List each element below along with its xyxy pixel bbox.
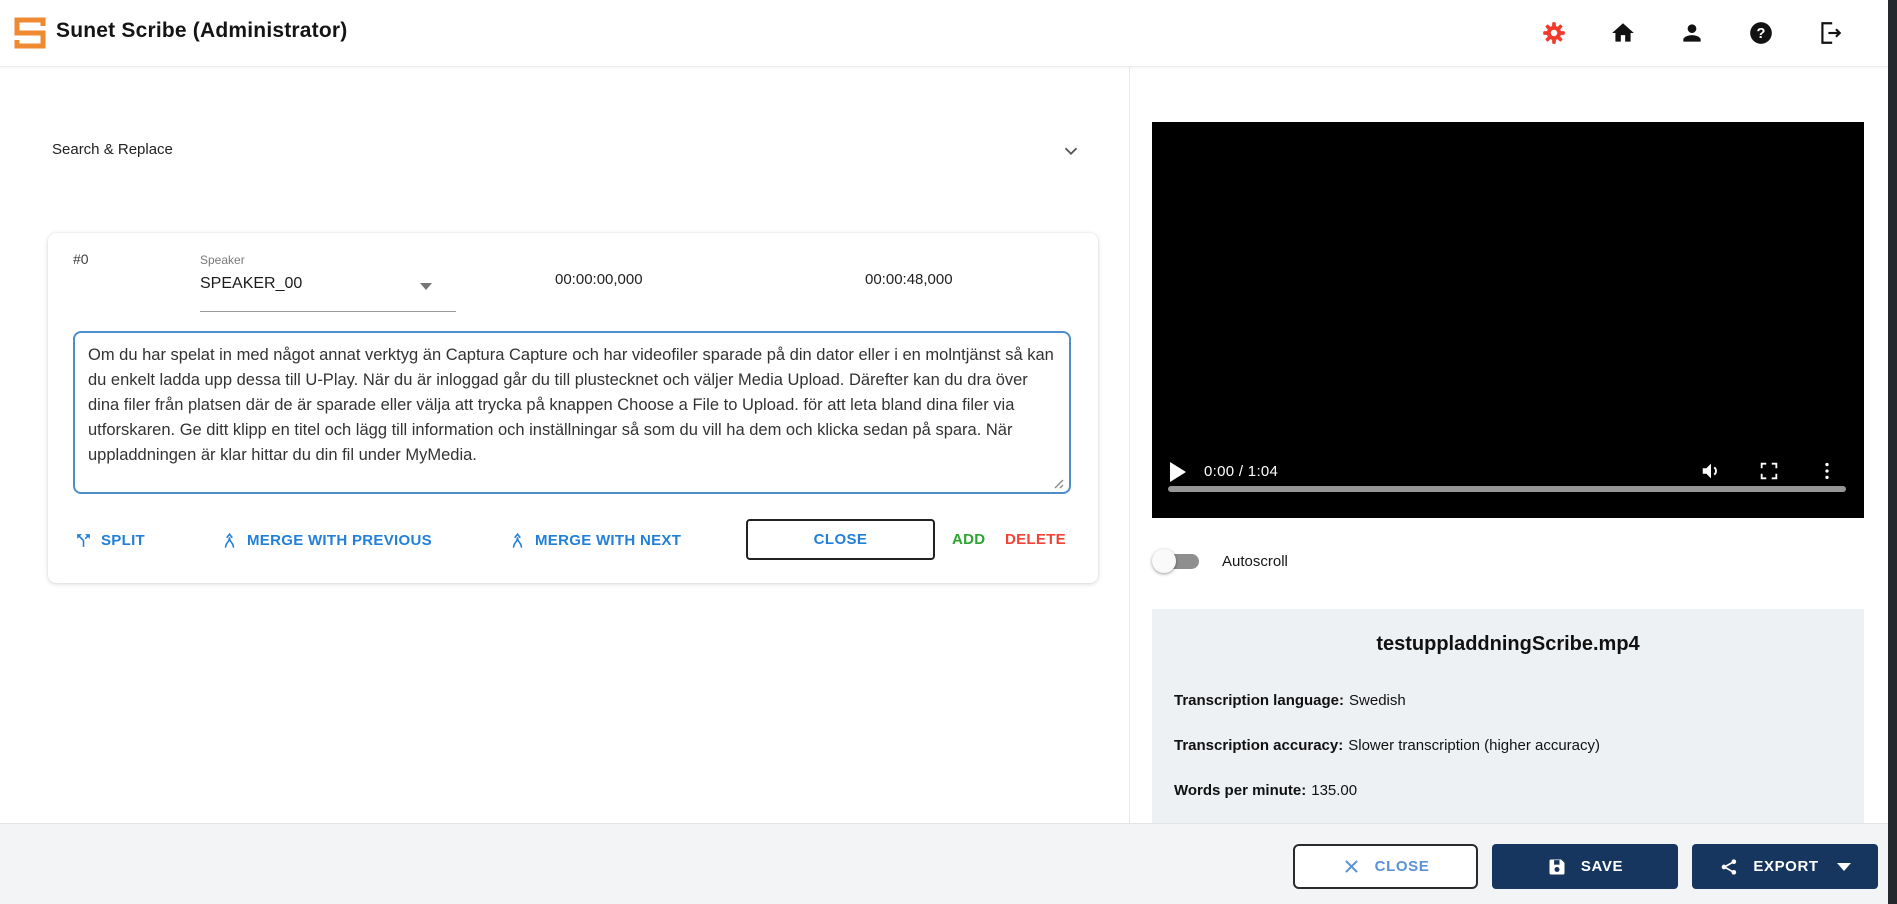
close-x-icon (1342, 857, 1361, 876)
toggle-thumb (1152, 549, 1176, 573)
save-button[interactable]: SAVE (1492, 844, 1678, 889)
home-icon (1610, 20, 1636, 46)
video-player[interactable]: 0:00 / 1:04 (1152, 122, 1864, 518)
app-root: Sunet Scribe (Administrator) (0, 0, 1897, 904)
search-replace-accordion[interactable]: Search & Replace (40, 130, 1098, 170)
words-per-minute-row: Words per minute: 135.00 (1174, 782, 1357, 799)
segment-start-time: 00:00:00,000 (555, 271, 643, 288)
transcription-language-label: Transcription language: (1174, 692, 1344, 709)
chevron-down-icon[interactable] (1060, 140, 1082, 162)
kebab-menu-icon (1816, 460, 1838, 482)
select-underline (200, 311, 456, 312)
segment-close-button[interactable]: CLOSE (746, 519, 935, 560)
search-replace-label: Search & Replace (52, 141, 173, 158)
transcription-accuracy-value: Slower transcription (higher accuracy) (1348, 737, 1600, 754)
home-button[interactable] (1610, 20, 1636, 46)
save-button-label: SAVE (1581, 858, 1623, 875)
segment-end-time: 00:00:48,000 (865, 271, 953, 288)
merge-up-icon (220, 531, 239, 550)
fullscreen-icon (1758, 460, 1780, 482)
video-time: 0:00 / 1:04 (1204, 463, 1278, 480)
panel-divider (1129, 66, 1130, 823)
segment-text-input[interactable]: Om du har spelat in med något annat verk… (73, 331, 1071, 494)
save-icon (1547, 857, 1567, 877)
words-per-minute-value: 135.00 (1311, 782, 1357, 799)
logout-button[interactable] (1817, 20, 1843, 46)
merge-previous-label: MERGE WITH PREVIOUS (247, 532, 432, 549)
volume-icon (1700, 460, 1722, 482)
volume-button[interactable] (1700, 460, 1722, 482)
split-button[interactable]: SPLIT (74, 531, 145, 550)
merge-next-label: MERGE WITH NEXT (535, 532, 681, 549)
person-icon (1679, 20, 1705, 46)
profile-button[interactable] (1679, 20, 1705, 46)
app-header: Sunet Scribe (Administrator) (0, 0, 1888, 67)
header-nav: ? (1541, 20, 1843, 46)
export-button[interactable]: EXPORT (1692, 844, 1878, 889)
share-icon (1719, 857, 1739, 877)
segment-card: #0 Speaker SPEAKER_00 00:00:00,000 00:00… (48, 233, 1098, 583)
help-button[interactable]: ? (1748, 20, 1774, 46)
segment-actions: SPLIT MERGE WITH PREVIOUS MERGE WITH NEX… (48, 521, 1098, 565)
settings-button[interactable] (1541, 20, 1567, 46)
svg-text:?: ? (1757, 26, 1766, 42)
page-title: Sunet Scribe (Administrator) (56, 19, 347, 43)
autoscroll-row: Autoscroll (1152, 548, 1288, 574)
autoscroll-label: Autoscroll (1222, 553, 1288, 570)
call-split-icon (74, 531, 93, 550)
transcription-language-row: Transcription language: Swedish (1174, 692, 1406, 709)
footer-bar: CLOSE SAVE EXPORT (0, 823, 1888, 904)
filename: testuppladdningScribe.mp4 (1152, 633, 1864, 656)
play-button[interactable] (1170, 462, 1186, 482)
video-progress-bar[interactable] (1168, 486, 1846, 492)
gear-icon (1541, 20, 1567, 46)
logout-icon (1817, 20, 1843, 46)
more-options-button[interactable] (1816, 460, 1838, 482)
close-button[interactable]: CLOSE (1293, 844, 1478, 889)
segment-close-label: CLOSE (814, 531, 868, 548)
words-per-minute-label: Words per minute: (1174, 782, 1306, 799)
add-segment-button[interactable]: ADD (952, 531, 985, 548)
close-button-label: CLOSE (1375, 858, 1430, 875)
speaker-select[interactable]: Speaker SPEAKER_00 (200, 251, 456, 313)
export-dropdown-caret-icon[interactable] (1837, 863, 1851, 871)
transcription-accuracy-row: Transcription accuracy: Slower transcript… (1174, 737, 1600, 754)
autoscroll-toggle[interactable] (1152, 548, 1202, 574)
video-controls: 0:00 / 1:04 (1152, 460, 1864, 484)
select-arrow-icon (420, 283, 432, 290)
transcription-language-value: Swedish (1349, 692, 1406, 709)
add-label: ADD (952, 531, 985, 548)
delete-label: DELETE (1005, 531, 1066, 548)
help-icon: ? (1748, 20, 1774, 46)
merge-with-next-button[interactable]: MERGE WITH NEXT (508, 531, 681, 550)
segment-index: #0 (73, 251, 89, 267)
merge-up-icon (508, 531, 527, 550)
speaker-select-label: Speaker (200, 253, 245, 267)
fullscreen-button[interactable] (1758, 460, 1780, 482)
merge-with-previous-button[interactable]: MERGE WITH PREVIOUS (220, 531, 432, 550)
speaker-select-value: SPEAKER_00 (200, 275, 302, 293)
delete-segment-button[interactable]: DELETE (1005, 531, 1066, 548)
transcription-accuracy-label: Transcription accuracy: (1174, 737, 1343, 754)
file-info-panel: testuppladdningScribe.mp4 Transcription … (1152, 609, 1864, 823)
sunet-scribe-logo-icon[interactable] (14, 15, 46, 51)
split-label: SPLIT (101, 532, 145, 549)
export-button-label: EXPORT (1753, 858, 1818, 875)
page-scrollbar[interactable] (1888, 0, 1897, 904)
